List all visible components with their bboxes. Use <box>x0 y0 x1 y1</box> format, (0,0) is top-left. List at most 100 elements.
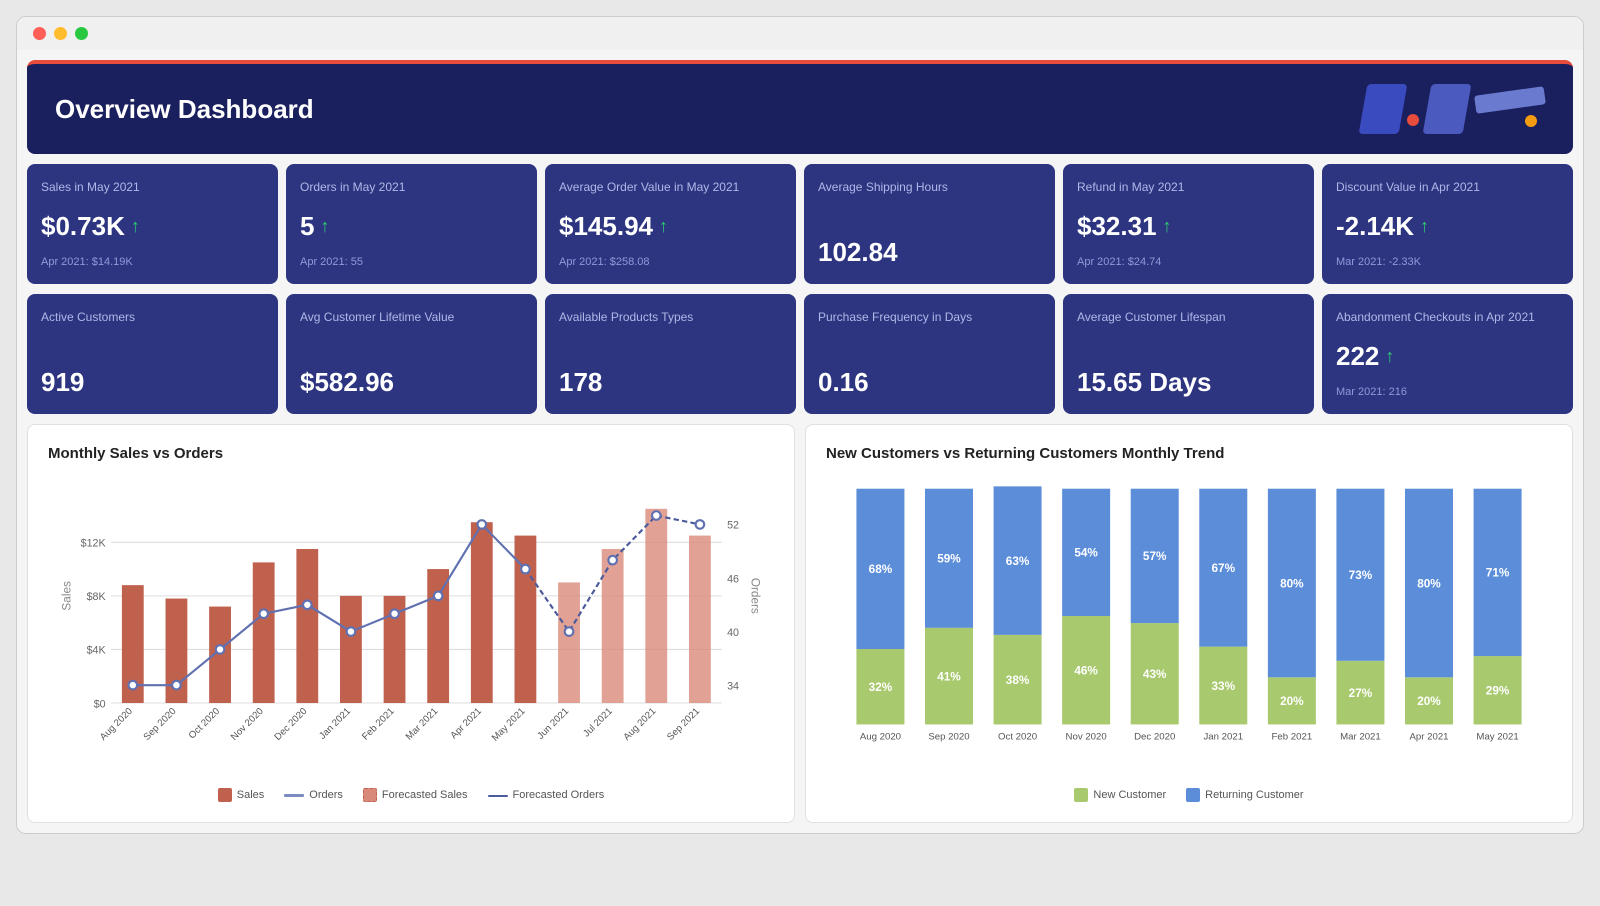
svg-text:Jun 2021: Jun 2021 <box>535 706 571 742</box>
kpi-card-sales-may: Sales in May 2021$0.73K↑Apr 2021: $14.19… <box>27 164 278 284</box>
kpi-label-avg-lifespan: Average Customer Lifespan <box>1077 310 1300 326</box>
kpi-label-refund-may: Refund in May 2021 <box>1077 180 1300 196</box>
close-button[interactable] <box>33 27 46 40</box>
kpi-value-refund-may: $32.31↑ <box>1077 211 1300 242</box>
legend-sales: Sales <box>218 788 265 802</box>
header-decoration <box>1363 84 1545 134</box>
kpi-card-avg-lifetime-value: Avg Customer Lifetime Value$582.96 <box>286 294 537 414</box>
kpi-label-avg-shipping: Average Shipping Hours <box>818 180 1041 196</box>
kpi-value-sales-may: $0.73K↑ <box>41 211 264 242</box>
kpi-value-avg-order-value: $145.94↑ <box>559 211 782 242</box>
kpi-label-avg-order-value: Average Order Value in May 2021 <box>559 180 782 196</box>
svg-text:Aug 2020: Aug 2020 <box>98 706 135 743</box>
svg-text:34: 34 <box>727 680 739 692</box>
minimize-button[interactable] <box>54 27 67 40</box>
svg-text:Jul 2021: Jul 2021 <box>581 706 615 740</box>
svg-text:$4K: $4K <box>87 645 107 657</box>
legend-orders: Orders <box>284 788 343 802</box>
svg-text:$0: $0 <box>94 698 106 710</box>
svg-text:$12K: $12K <box>81 538 107 550</box>
svg-text:Feb 2021: Feb 2021 <box>1272 731 1313 742</box>
arrow-up-avg-order-value: ↑ <box>659 216 668 237</box>
svg-text:Apr 2021: Apr 2021 <box>449 706 484 741</box>
kpi-value-discount-apr: -2.14K↑ <box>1336 211 1559 242</box>
svg-text:Dec 2020: Dec 2020 <box>273 706 310 743</box>
svg-text:Sep 2021: Sep 2021 <box>665 706 702 743</box>
legend-new-customer: New Customer <box>1074 788 1166 802</box>
kpi-card-orders-may: Orders in May 20215↑Apr 2021: 55 <box>286 164 537 284</box>
svg-text:38%: 38% <box>1006 674 1030 687</box>
monthly-sales-orders-chart: Monthly Sales vs Orders $0$4K$8K$12K3440… <box>27 424 795 823</box>
svg-text:$8K: $8K <box>87 591 107 603</box>
chart1-legend: Sales Orders Forecasted Sales Forecasted… <box>48 788 774 802</box>
kpi-label-available-products: Available Products Types <box>559 310 782 326</box>
svg-text:Mar 2021: Mar 2021 <box>1340 731 1381 742</box>
kpi-value-purchase-frequency: 0.16 <box>818 367 1041 398</box>
kpi-label-avg-lifetime-value: Avg Customer Lifetime Value <box>300 310 523 326</box>
kpi-card-available-products: Available Products Types 178 <box>545 294 796 414</box>
svg-text:54%: 54% <box>1074 547 1098 560</box>
kpi-value-active-customers: 919 <box>41 367 264 398</box>
arrow-up-abandonment-checkouts: ↑ <box>1385 346 1394 367</box>
kpi-label-discount-apr: Discount Value in Apr 2021 <box>1336 180 1559 196</box>
dashboard: Overview Dashboard Sales in May 2021$0.7… <box>17 50 1583 833</box>
kpi-card-abandonment-checkouts: Abandonment Checkouts in Apr 2021222↑Mar… <box>1322 294 1573 414</box>
svg-text:67%: 67% <box>1212 562 1236 575</box>
svg-text:May 2021: May 2021 <box>490 706 528 744</box>
svg-text:46%: 46% <box>1074 665 1098 678</box>
svg-text:Oct 2020: Oct 2020 <box>998 731 1037 742</box>
svg-text:57%: 57% <box>1143 550 1167 563</box>
new-returning-customers-chart: New Customers vs Returning Customers Mon… <box>805 424 1573 823</box>
chart1-svg: $0$4K$8K$12K34404652SalesOrdersAug 2020S… <box>48 478 774 778</box>
svg-text:80%: 80% <box>1280 577 1304 590</box>
svg-text:63%: 63% <box>1006 555 1030 568</box>
maximize-button[interactable] <box>75 27 88 40</box>
svg-text:Jan 2021: Jan 2021 <box>317 706 353 742</box>
kpi-card-purchase-frequency: Purchase Frequency in Days 0.16 <box>804 294 1055 414</box>
svg-text:Feb 2021: Feb 2021 <box>360 706 397 743</box>
svg-text:20%: 20% <box>1417 695 1441 708</box>
title-bar <box>17 17 1583 50</box>
arrow-up-discount-apr: ↑ <box>1420 216 1429 237</box>
legend-forecasted-sales: Forecasted Sales <box>363 788 468 802</box>
kpi-sub-sales-may: Apr 2021: $14.19K <box>41 256 264 268</box>
dashboard-title: Overview Dashboard <box>55 94 314 125</box>
kpi-sub-avg-order-value: Apr 2021: $258.08 <box>559 256 782 268</box>
svg-text:40: 40 <box>727 627 739 639</box>
svg-text:27%: 27% <box>1349 687 1373 700</box>
kpi-card-avg-lifespan: Average Customer Lifespan15.65 Days <box>1063 294 1314 414</box>
svg-text:Sep 2020: Sep 2020 <box>928 731 969 742</box>
svg-text:46: 46 <box>727 573 739 585</box>
svg-text:41%: 41% <box>937 670 961 683</box>
svg-text:Apr 2021: Apr 2021 <box>1409 731 1448 742</box>
kpi-value-abandonment-checkouts: 222↑ <box>1336 341 1559 372</box>
chart2-legend: New Customer Returning Customer <box>826 788 1552 802</box>
chart2-title: New Customers vs Returning Customers Mon… <box>826 445 1552 462</box>
svg-text:80%: 80% <box>1417 577 1441 590</box>
svg-text:29%: 29% <box>1486 685 1510 698</box>
arrow-up-orders-may: ↑ <box>320 216 329 237</box>
legend-forecasted-orders: Forecasted Orders <box>488 788 605 802</box>
svg-text:Sep 2020: Sep 2020 <box>142 706 179 743</box>
main-window: Overview Dashboard Sales in May 2021$0.7… <box>16 16 1584 834</box>
svg-text:Oct 2020: Oct 2020 <box>187 706 222 741</box>
chart1-area: $0$4K$8K$12K34404652SalesOrdersAug 2020S… <box>48 478 774 778</box>
svg-text:73%: 73% <box>1349 569 1373 582</box>
svg-text:Sales: Sales <box>60 581 73 611</box>
svg-text:Orders: Orders <box>749 578 762 614</box>
kpi-card-avg-shipping: Average Shipping Hours 102.84 <box>804 164 1055 284</box>
legend-returning-customer: Returning Customer <box>1186 788 1303 802</box>
svg-text:Nov 2020: Nov 2020 <box>1066 731 1107 742</box>
kpi-row-1: Sales in May 2021$0.73K↑Apr 2021: $14.19… <box>27 164 1573 284</box>
svg-text:68%: 68% <box>869 563 893 576</box>
charts-row: Monthly Sales vs Orders $0$4K$8K$12K3440… <box>27 424 1573 823</box>
svg-text:Mar 2021: Mar 2021 <box>404 706 441 743</box>
svg-text:Jan 2021: Jan 2021 <box>1203 731 1243 742</box>
arrow-up-sales-may: ↑ <box>131 216 140 237</box>
kpi-label-purchase-frequency: Purchase Frequency in Days <box>818 310 1041 326</box>
kpi-value-avg-shipping: 102.84 <box>818 237 1041 268</box>
kpi-value-available-products: 178 <box>559 367 782 398</box>
svg-text:Nov 2020: Nov 2020 <box>229 706 266 743</box>
kpi-sub-discount-apr: Mar 2021: -2.33K <box>1336 256 1559 268</box>
kpi-row-2: Active Customers919Avg Customer Lifetime… <box>27 294 1573 414</box>
